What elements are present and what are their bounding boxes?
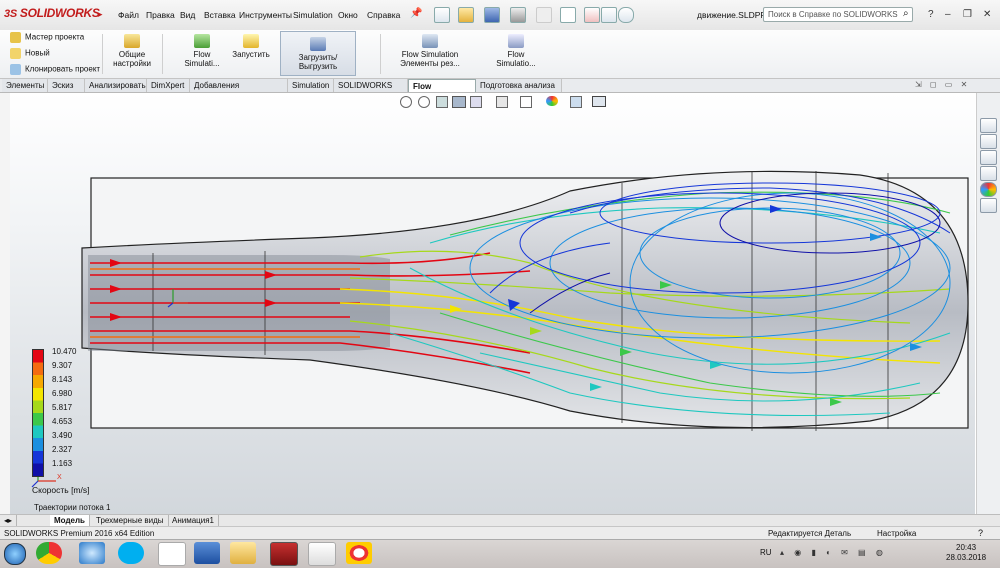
tab-features[interactable]: Элементы [2, 79, 48, 92]
run-icon [243, 34, 259, 48]
upload-download-button[interactable]: Загрузить/Выгрузить [280, 31, 356, 76]
clock-date: 28.03.2018 [946, 553, 987, 562]
tab-window-controls[interactable]: ⇲ ◻ ▭ ✕ [915, 80, 970, 89]
document-title: движение.SLDPRT [697, 10, 772, 20]
search-icon[interactable]: ⌕ [903, 8, 909, 19]
tab-simulation[interactable]: Simulation [288, 79, 334, 92]
solidworks-logo[interactable]: 3S SOLIDWORKS [4, 6, 100, 20]
menu-file[interactable]: Файл [118, 10, 139, 20]
menu-tools[interactable]: Инструменты [239, 10, 292, 20]
view-palette-icon[interactable] [980, 166, 997, 181]
save-icon[interactable] [484, 7, 500, 23]
tab-dimxpert[interactable]: DimXpert [147, 79, 190, 92]
file-explorer-icon[interactable] [980, 150, 997, 165]
legend-value: 8.143 [52, 375, 73, 384]
browser-icon[interactable] [79, 542, 105, 564]
legend-value: 3.490 [52, 431, 73, 440]
separator [102, 34, 103, 74]
upload-icon [310, 37, 326, 51]
flow-simulation-button-2[interactable]: Flow Simulatio... [494, 34, 538, 68]
graphics-area[interactable]: X Траектории потока 1 [10, 93, 975, 514]
yandex-browser-icon[interactable] [158, 542, 186, 566]
maximize-button[interactable]: ❐ [963, 9, 972, 20]
select-cursor-icon[interactable] [560, 7, 576, 23]
close-button[interactable]: ✕ [983, 9, 991, 20]
flow-simulation-button[interactable]: Flow Simulati... [182, 34, 222, 68]
velocity-legend: 10.470 9.307 8.143 6.980 5.817 4.653 3.4… [28, 345, 98, 495]
title-bar: 3S SOLIDWORKS ▸ Файл Правка Вид Вставка И… [0, 0, 1000, 31]
legend-colorbar [32, 349, 44, 477]
pin-icon[interactable]: 📌 [410, 8, 422, 19]
chart-app-icon[interactable] [308, 542, 336, 566]
clock-time: 20:43 [956, 543, 977, 552]
print-icon[interactable] [510, 7, 526, 23]
legend-value: 5.817 [52, 403, 73, 412]
separator [162, 34, 163, 74]
rebuild-icon[interactable] [584, 7, 600, 23]
open-folder-icon[interactable] [458, 7, 474, 23]
new-doc-icon[interactable] [434, 7, 450, 23]
file-properties-icon[interactable] [601, 7, 617, 23]
plot-label: Траектории потока 1 [34, 503, 111, 512]
minimize-button[interactable]: – [945, 9, 951, 20]
general-settings-button[interactable]: Общие настройки [104, 34, 160, 68]
tab-analysis-prep[interactable]: Подготовка анализа [476, 79, 562, 92]
legend-value: 6.980 [52, 389, 73, 398]
language-indicator[interactable]: RU [760, 548, 772, 557]
flow-trajectory-plot [81, 170, 969, 431]
legend-value: 10.470 [52, 347, 77, 356]
undo-icon[interactable] [536, 7, 552, 23]
wand-icon [10, 32, 21, 43]
word-icon[interactable] [194, 542, 220, 564]
menu-arrow-icon[interactable]: ▸ [98, 9, 103, 20]
results-icon [422, 34, 438, 48]
clone-icon [10, 64, 21, 75]
wizard-button[interactable]: Мастер проекта [10, 32, 84, 43]
explorer-folder-icon[interactable] [230, 542, 256, 564]
start-button[interactable] [4, 543, 26, 565]
chrome-icon[interactable] [36, 542, 62, 564]
status-bar: SOLIDWORKS Premium 2016 x64 Edition Реда… [0, 526, 1000, 540]
settings-icon [124, 34, 140, 48]
flow-icon [194, 34, 210, 48]
menu-window[interactable]: Окно [338, 10, 358, 20]
menu-simulation[interactable]: Simulation [293, 10, 333, 20]
command-tabs: Элементы Эскиз Анализировать DimXpert До… [0, 79, 1000, 104]
media-app-icon[interactable] [346, 542, 372, 564]
skype-icon[interactable] [118, 542, 144, 564]
legend-title: Скорость [m/s] [32, 485, 90, 495]
help-question-icon[interactable]: ? [928, 9, 934, 20]
legend-value: 4.653 [52, 417, 73, 426]
tab-mbd[interactable]: SOLIDWORKS MBD [334, 79, 408, 103]
clone-project-button[interactable]: Клонировать проект [10, 64, 100, 75]
legend-value: 9.307 [52, 361, 73, 370]
legend-value: 1.163 [52, 459, 73, 468]
menu-insert[interactable]: Вставка [204, 10, 236, 20]
appearances-icon[interactable] [980, 182, 997, 197]
tab-sketch[interactable]: Эскиз [48, 79, 85, 92]
run-button[interactable]: Запустить [226, 34, 276, 59]
new-icon [10, 48, 21, 59]
flow-results-elements-button[interactable]: Flow Simulation Элементы рез... [398, 34, 462, 68]
solidworks-taskbar-icon[interactable] [270, 542, 298, 566]
tray-icons[interactable]: ▴ ◉ ▮ ◐ ✉ ▤ ◍ [780, 548, 887, 557]
tab-addins[interactable]: Добавления SOLIDWORKS [190, 79, 288, 103]
help-search-input[interactable]: Поиск в Справке по SOLIDWORKS [763, 7, 913, 22]
separator [380, 34, 381, 74]
menu-help[interactable]: Справка [367, 10, 400, 20]
new-project-button[interactable]: Новый [10, 48, 50, 59]
custom-properties-icon[interactable] [980, 198, 997, 213]
clock[interactable]: 20:43 28.03.2018 [946, 543, 986, 563]
flow-icon [508, 34, 524, 48]
menu-view[interactable]: Вид [180, 10, 195, 20]
legend-value: 2.327 [52, 445, 73, 454]
design-library-icon[interactable] [980, 134, 997, 149]
tab-evaluate[interactable]: Анализировать [85, 79, 147, 92]
task-pane-home-icon[interactable] [980, 118, 997, 133]
menu-edit[interactable]: Правка [146, 10, 175, 20]
tab-flow-simulation[interactable]: Flow Simulation [408, 79, 476, 104]
options-gear-icon[interactable] [618, 7, 634, 23]
